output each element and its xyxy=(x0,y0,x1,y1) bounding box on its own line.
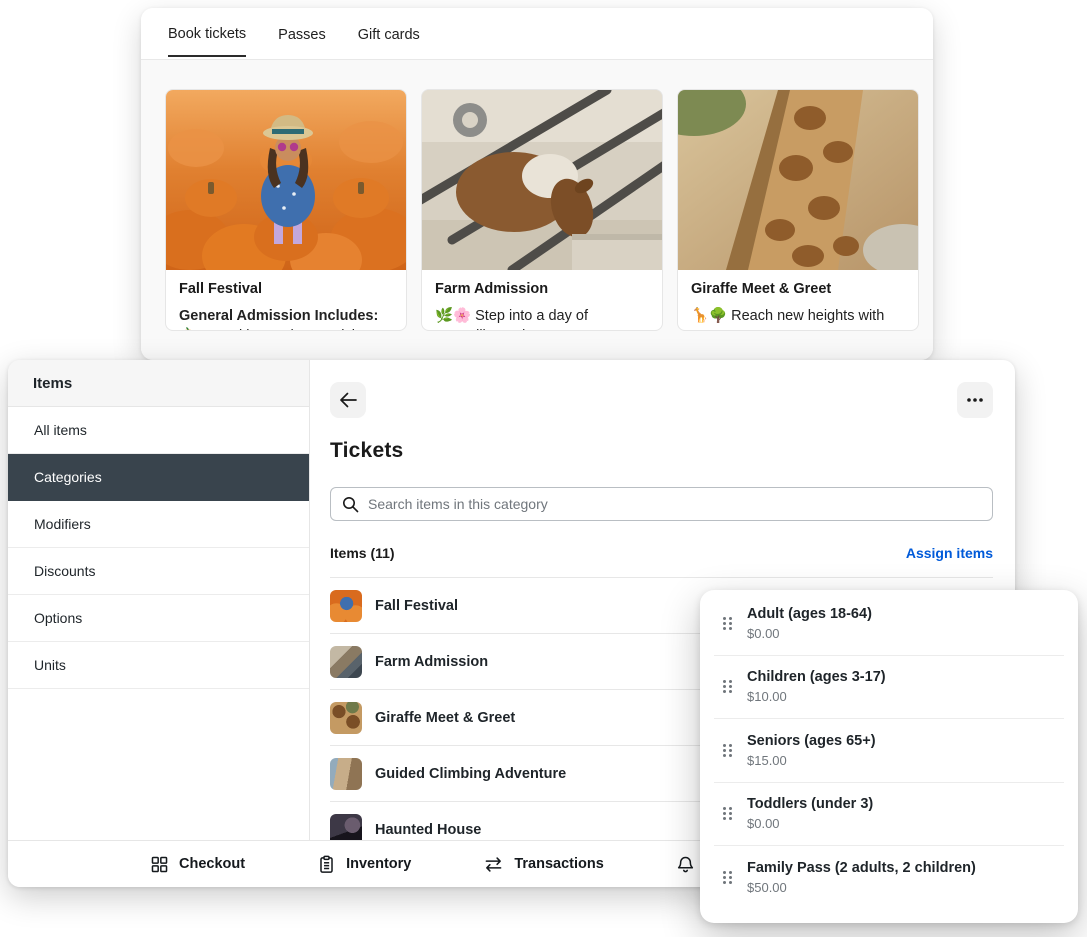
nav-item-inventory[interactable]: Inventory xyxy=(317,855,411,874)
variation-name: Adult (ages 18-64) xyxy=(747,606,872,622)
card-description-line: 🌿🌸 Step into a day of tranquility and xyxy=(435,306,649,331)
drag-handle-icon[interactable] xyxy=(722,743,733,758)
item-thumbnail xyxy=(330,702,362,734)
variation-row-children[interactable]: Children (ages 3-17) $10.00 xyxy=(714,656,1064,720)
card-title: Giraffe Meet & Greet xyxy=(691,281,905,297)
card-title: Fall Festival xyxy=(179,281,393,297)
sidebar-item-discounts[interactable]: Discounts xyxy=(8,548,309,595)
ticket-card-fall-festival[interactable]: Fall Festival General Admission Includes… xyxy=(165,89,407,331)
more-options-button[interactable] xyxy=(957,382,993,418)
variation-name: Toddlers (under 3) xyxy=(747,796,873,812)
variation-price: $50.00 xyxy=(747,880,976,895)
item-name: Giraffe Meet & Greet xyxy=(375,710,515,726)
transfer-arrows-icon xyxy=(483,855,504,874)
variation-row-adult[interactable]: Adult (ages 18-64) $0.00 xyxy=(714,592,1064,656)
giraffe-photo xyxy=(678,90,918,270)
assign-items-link[interactable]: Assign items xyxy=(906,545,993,561)
page-title: Tickets xyxy=(330,439,993,463)
search-icon xyxy=(342,496,359,513)
variation-price: $0.00 xyxy=(747,816,873,831)
farm-admission-photo xyxy=(422,90,662,270)
fall-festival-card-body: Fall Festival General Admission Includes… xyxy=(166,270,406,331)
card-description-line: General Admission Includes: xyxy=(179,306,393,326)
variation-row-toddlers[interactable]: Toddlers (under 3) $0.00 xyxy=(714,783,1064,847)
item-name: Haunted House xyxy=(375,822,481,838)
sidebar-header-items: Items xyxy=(8,360,309,407)
item-name: Guided Climbing Adventure xyxy=(375,766,566,782)
search-input[interactable] xyxy=(368,496,981,512)
sidebar-item-modifiers[interactable]: Modifiers xyxy=(8,501,309,548)
back-arrow-icon xyxy=(337,389,359,411)
nav-item-transactions[interactable]: Transactions xyxy=(483,855,603,874)
sidebar-item-categories[interactable]: Categories xyxy=(8,454,309,501)
grid-icon xyxy=(150,855,169,874)
drag-handle-icon[interactable] xyxy=(722,679,733,694)
back-button[interactable] xyxy=(330,382,366,418)
item-thumbnail xyxy=(330,590,362,622)
variation-price: $15.00 xyxy=(747,753,876,768)
ellipsis-icon xyxy=(966,397,984,403)
ticket-card-giraffe-meet-greet[interactable]: Giraffe Meet & Greet 🦒🌳 Reach new height… xyxy=(677,89,919,331)
item-thumbnail xyxy=(330,758,362,790)
variation-name: Children (ages 3-17) xyxy=(747,669,886,685)
variation-price: $0.00 xyxy=(747,626,872,641)
booking-window: Book tickets Passes Gift cards xyxy=(141,8,933,360)
variation-row-family-pass[interactable]: Family Pass (2 adults, 2 children) $50.0… xyxy=(714,846,1064,910)
nav-label: Checkout xyxy=(179,856,245,872)
tab-passes[interactable]: Passes xyxy=(278,11,326,56)
booking-tabbar: Book tickets Passes Gift cards xyxy=(141,8,933,60)
search-box[interactable] xyxy=(330,487,993,521)
card-description-line: 🦒🌳 Reach new heights with our xyxy=(691,306,905,331)
item-thumbnail xyxy=(330,814,362,841)
card-title: Farm Admission xyxy=(435,281,649,297)
variation-name: Seniors (ages 65+) xyxy=(747,733,876,749)
card-description-line: 🎃 Pumpkin Patch & U-Pick – Choose… xyxy=(179,326,393,331)
nav-label: Transactions xyxy=(514,856,603,872)
drag-handle-icon[interactable] xyxy=(722,870,733,885)
items-count-label: Items (11) xyxy=(330,545,395,561)
drag-handle-icon[interactable] xyxy=(722,806,733,821)
nav-item-checkout[interactable]: Checkout xyxy=(150,855,245,874)
fall-festival-photo xyxy=(166,90,406,270)
variation-price: $10.00 xyxy=(747,689,886,704)
ticket-cards-area: Fall Festival General Admission Includes… xyxy=(141,60,933,360)
items-sidebar: Items All items Categories Modifiers Dis… xyxy=(8,360,310,840)
variation-name: Family Pass (2 adults, 2 children) xyxy=(747,860,976,876)
nav-label: Inventory xyxy=(346,856,411,872)
farm-admission-card-body: Farm Admission 🌿🌸 Step into a day of tra… xyxy=(422,270,662,331)
tab-book-tickets[interactable]: Book tickets xyxy=(168,10,246,57)
item-name: Farm Admission xyxy=(375,654,488,670)
clipboard-icon xyxy=(317,855,336,874)
sidebar-item-units[interactable]: Units xyxy=(8,642,309,689)
item-thumbnail xyxy=(330,646,362,678)
sidebar-item-options[interactable]: Options xyxy=(8,595,309,642)
sidebar-item-all-items[interactable]: All items xyxy=(8,407,309,454)
drag-handle-icon[interactable] xyxy=(722,616,733,631)
tab-gift-cards[interactable]: Gift cards xyxy=(358,11,420,56)
giraffe-card-body: Giraffe Meet & Greet 🦒🌳 Reach new height… xyxy=(678,270,918,331)
item-name: Fall Festival xyxy=(375,598,458,614)
bell-icon xyxy=(676,855,695,874)
ticket-card-farm-admission[interactable]: Farm Admission 🌿🌸 Step into a day of tra… xyxy=(421,89,663,331)
variations-card: Adult (ages 18-64) $0.00 Children (ages … xyxy=(700,590,1078,923)
variation-row-seniors[interactable]: Seniors (ages 65+) $15.00 xyxy=(714,719,1064,783)
